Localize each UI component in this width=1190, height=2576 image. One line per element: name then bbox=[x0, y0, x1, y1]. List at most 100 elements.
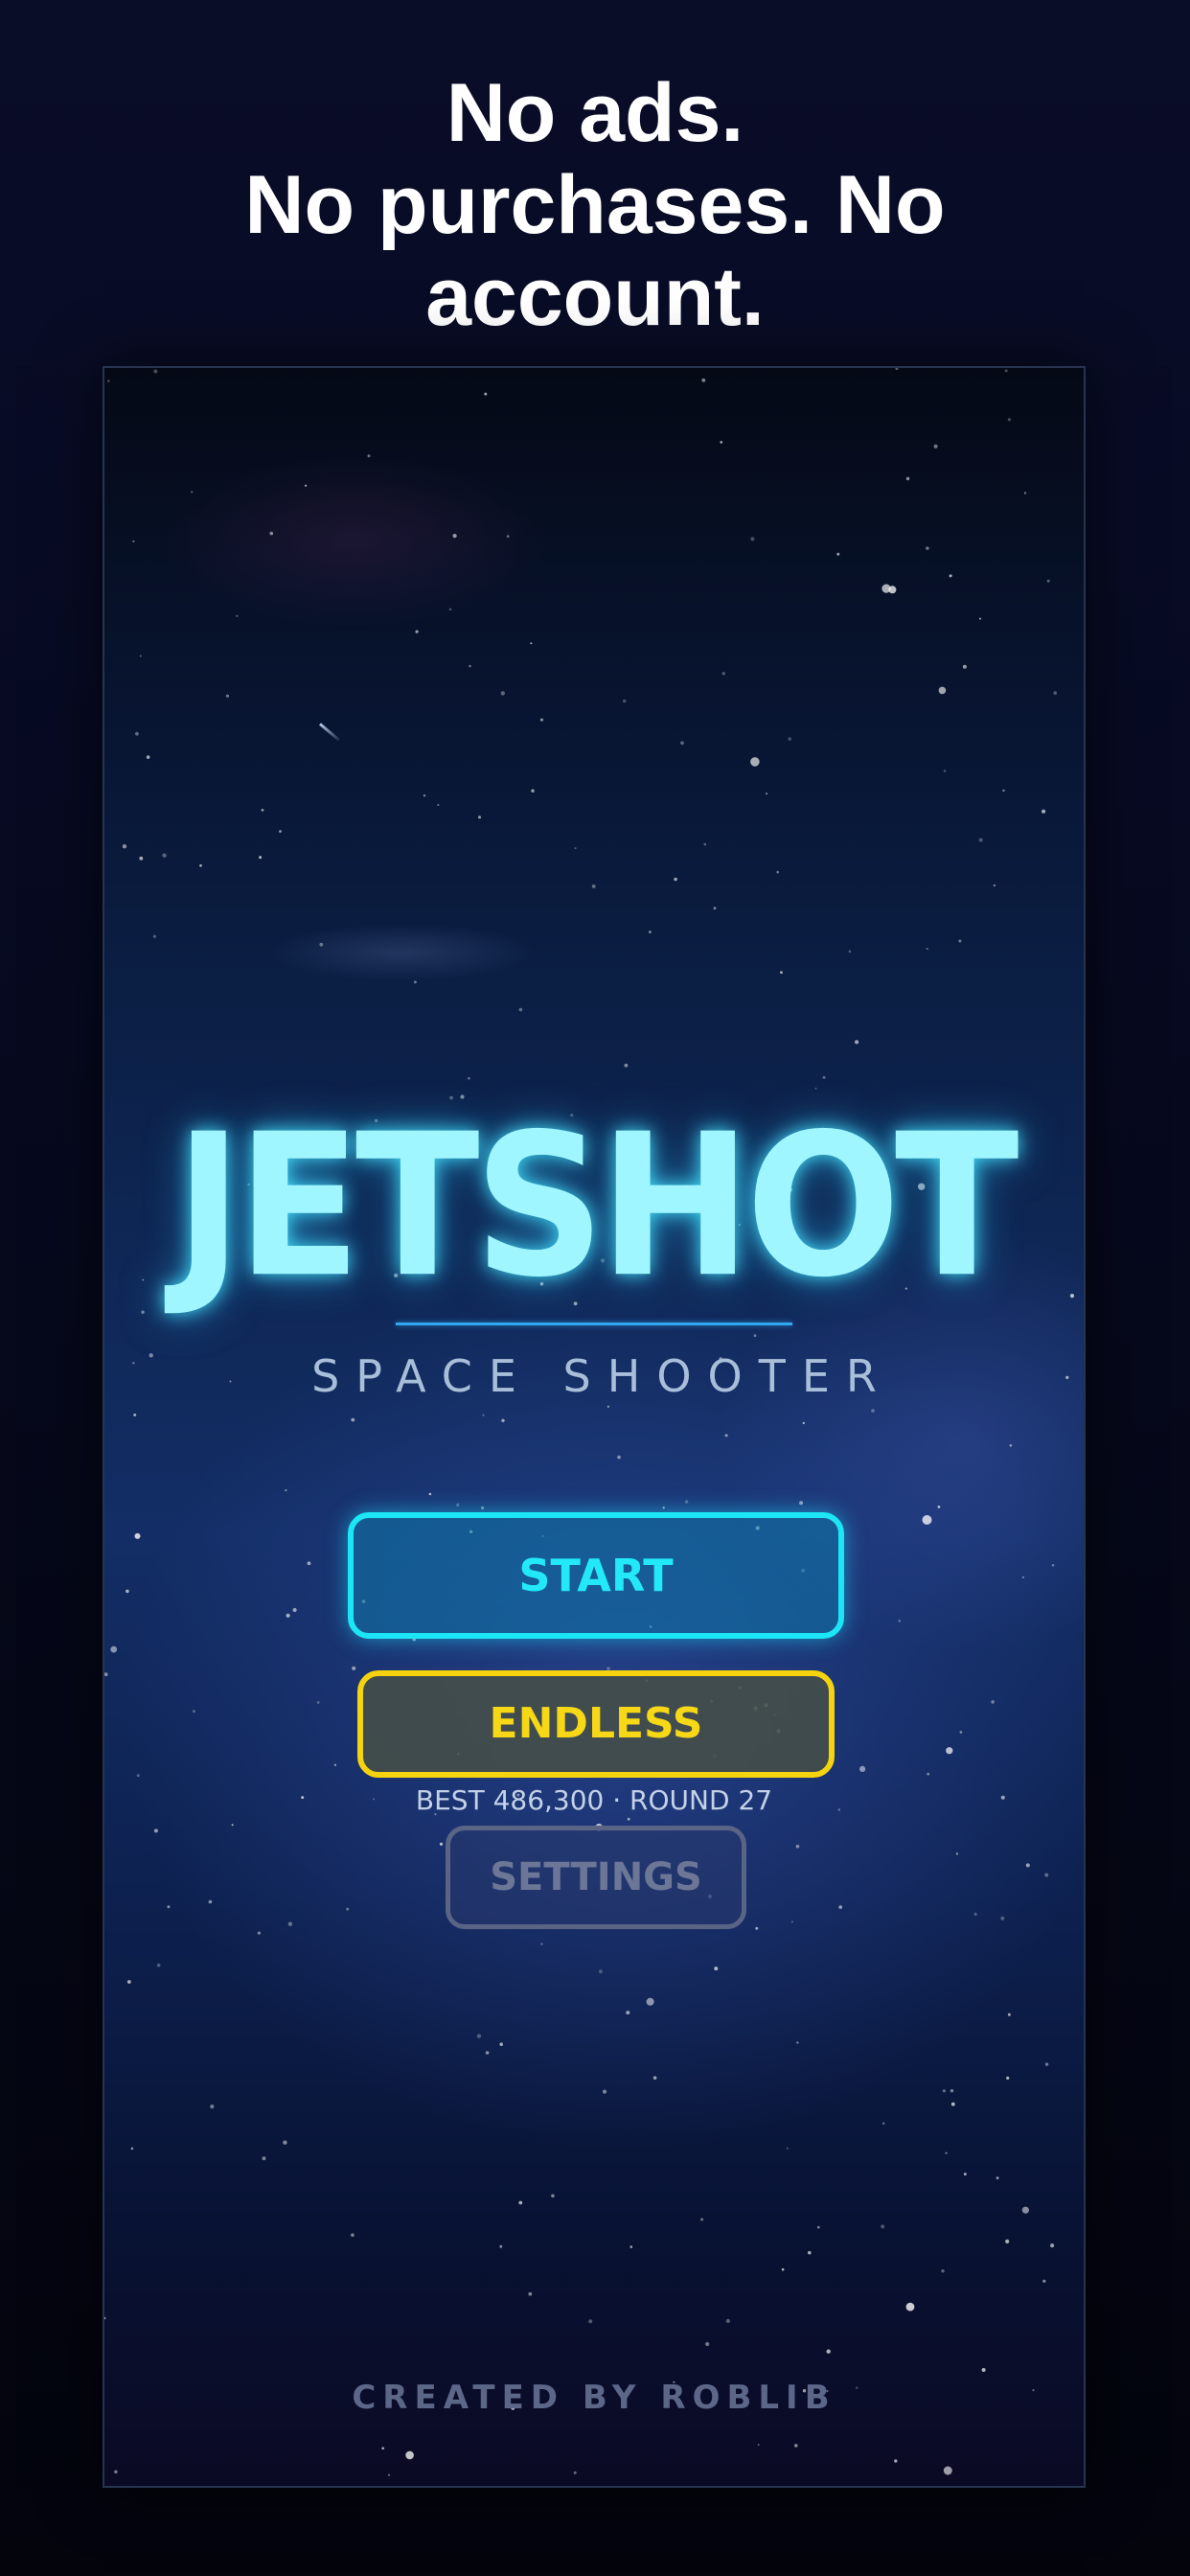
star-dot bbox=[153, 369, 158, 374]
star-dot bbox=[126, 1980, 131, 1984]
star-dot bbox=[1041, 809, 1046, 814]
star-dot bbox=[720, 441, 723, 444]
star-dot bbox=[995, 2176, 999, 2180]
star-dot bbox=[624, 1063, 629, 1068]
star-dot bbox=[1042, 2279, 1046, 2283]
star-dot bbox=[646, 1997, 654, 2006]
star-dot bbox=[991, 1700, 995, 1704]
promo-line-1: No ads. bbox=[446, 67, 744, 159]
star-dot bbox=[153, 1828, 158, 1833]
star-dot bbox=[1044, 1873, 1049, 1877]
star-dot bbox=[1007, 2012, 1011, 2016]
star-dot bbox=[518, 2200, 523, 2205]
game-logo: JETSHOT bbox=[174, 1092, 1018, 1321]
star-dot bbox=[649, 931, 652, 933]
star-dot bbox=[133, 1414, 137, 1416]
star-dot bbox=[750, 537, 755, 541]
star-dot bbox=[528, 2291, 533, 2296]
star-dot bbox=[962, 664, 967, 669]
star-dot bbox=[757, 2444, 760, 2446]
star-dot bbox=[104, 1672, 108, 1677]
star-dot bbox=[822, 1075, 826, 1079]
star-dot bbox=[724, 1434, 728, 1438]
star-dot bbox=[713, 907, 717, 910]
star-dot bbox=[1009, 1444, 1013, 1447]
star-dot bbox=[269, 531, 274, 536]
star-dot bbox=[146, 755, 150, 759]
star-dot bbox=[881, 2224, 885, 2229]
star-dot bbox=[979, 617, 981, 620]
star-dot bbox=[898, 1620, 901, 1622]
star-dot bbox=[1021, 2206, 1029, 2214]
star-dot bbox=[405, 2450, 414, 2460]
star-dot bbox=[162, 853, 167, 858]
star-dot bbox=[703, 842, 707, 846]
star-dot bbox=[283, 2140, 287, 2145]
nebula-cloud bbox=[267, 924, 536, 981]
star-dot bbox=[927, 1772, 930, 1776]
star-dot bbox=[1025, 1863, 1030, 1868]
star-dot bbox=[540, 1943, 543, 1945]
star-dot bbox=[1050, 2243, 1055, 2248]
star-dot bbox=[387, 2473, 391, 2476]
star-dot bbox=[786, 2147, 789, 2150]
start-button[interactable]: START bbox=[348, 1512, 844, 1639]
star-dot bbox=[933, 444, 938, 448]
star-dot bbox=[231, 1824, 234, 1827]
star-dot bbox=[352, 1666, 356, 1670]
star-dot bbox=[955, 1852, 959, 1855]
star-dot bbox=[781, 2267, 785, 2271]
star-dot bbox=[938, 686, 947, 695]
star-dot bbox=[753, 1334, 757, 1338]
starfield-background bbox=[104, 368, 1075, 2476]
star-dot bbox=[1044, 2062, 1049, 2066]
star-dot bbox=[482, 1414, 485, 1416]
star-dot bbox=[110, 1645, 118, 1653]
star-dot bbox=[776, 870, 779, 874]
star-dot bbox=[481, 1506, 485, 1510]
star-dot bbox=[859, 1765, 866, 1772]
star-dot bbox=[367, 454, 371, 458]
star-dot bbox=[943, 770, 947, 772]
star-dot bbox=[114, 2470, 118, 2474]
star-dot bbox=[950, 2089, 954, 2093]
star-dot bbox=[122, 844, 127, 849]
star-dot bbox=[959, 1731, 963, 1734]
star-dot bbox=[826, 2349, 831, 2354]
endless-button[interactable]: ENDLESS bbox=[357, 1670, 835, 1778]
star-dot bbox=[802, 1421, 805, 1425]
settings-button[interactable]: SETTINGS bbox=[446, 1826, 746, 1929]
star-dot bbox=[652, 2076, 657, 2080]
star-dot bbox=[531, 789, 535, 793]
star-dot bbox=[721, 672, 725, 676]
star-dot bbox=[627, 1817, 630, 1821]
star-dot bbox=[871, 1409, 875, 1413]
star-dot bbox=[950, 2102, 955, 2106]
star-dot bbox=[210, 2104, 215, 2109]
star-dot bbox=[136, 1774, 140, 1778]
promo-line-2: No purchases. No bbox=[244, 159, 946, 251]
star-dot bbox=[943, 2466, 952, 2475]
star-dot bbox=[1046, 579, 1050, 583]
star-dot bbox=[949, 574, 952, 578]
star-dot bbox=[963, 2173, 967, 2175]
star-dot bbox=[428, 1492, 432, 1496]
star-dot bbox=[134, 1532, 141, 1539]
star-dot bbox=[573, 2471, 577, 2474]
game-screen: JETSHOT SPACE SHOOTER START ENDLESS BEST… bbox=[103, 366, 1086, 2488]
star-dot bbox=[499, 2042, 503, 2046]
star-dot bbox=[126, 1589, 129, 1594]
star-dot bbox=[141, 1310, 145, 1314]
star-dot bbox=[790, 1920, 794, 1923]
star-dot bbox=[838, 1905, 842, 1909]
star-dot bbox=[799, 1501, 804, 1506]
star-dot bbox=[351, 2233, 355, 2237]
star-dot bbox=[468, 1076, 470, 1080]
star-dot bbox=[346, 1907, 350, 1911]
star-dot bbox=[941, 2269, 945, 2273]
star-dot bbox=[788, 737, 791, 741]
star-dot bbox=[167, 1905, 171, 1909]
star-dot bbox=[104, 2316, 106, 2320]
star-dot bbox=[1023, 492, 1027, 494]
star-dot bbox=[259, 856, 263, 860]
